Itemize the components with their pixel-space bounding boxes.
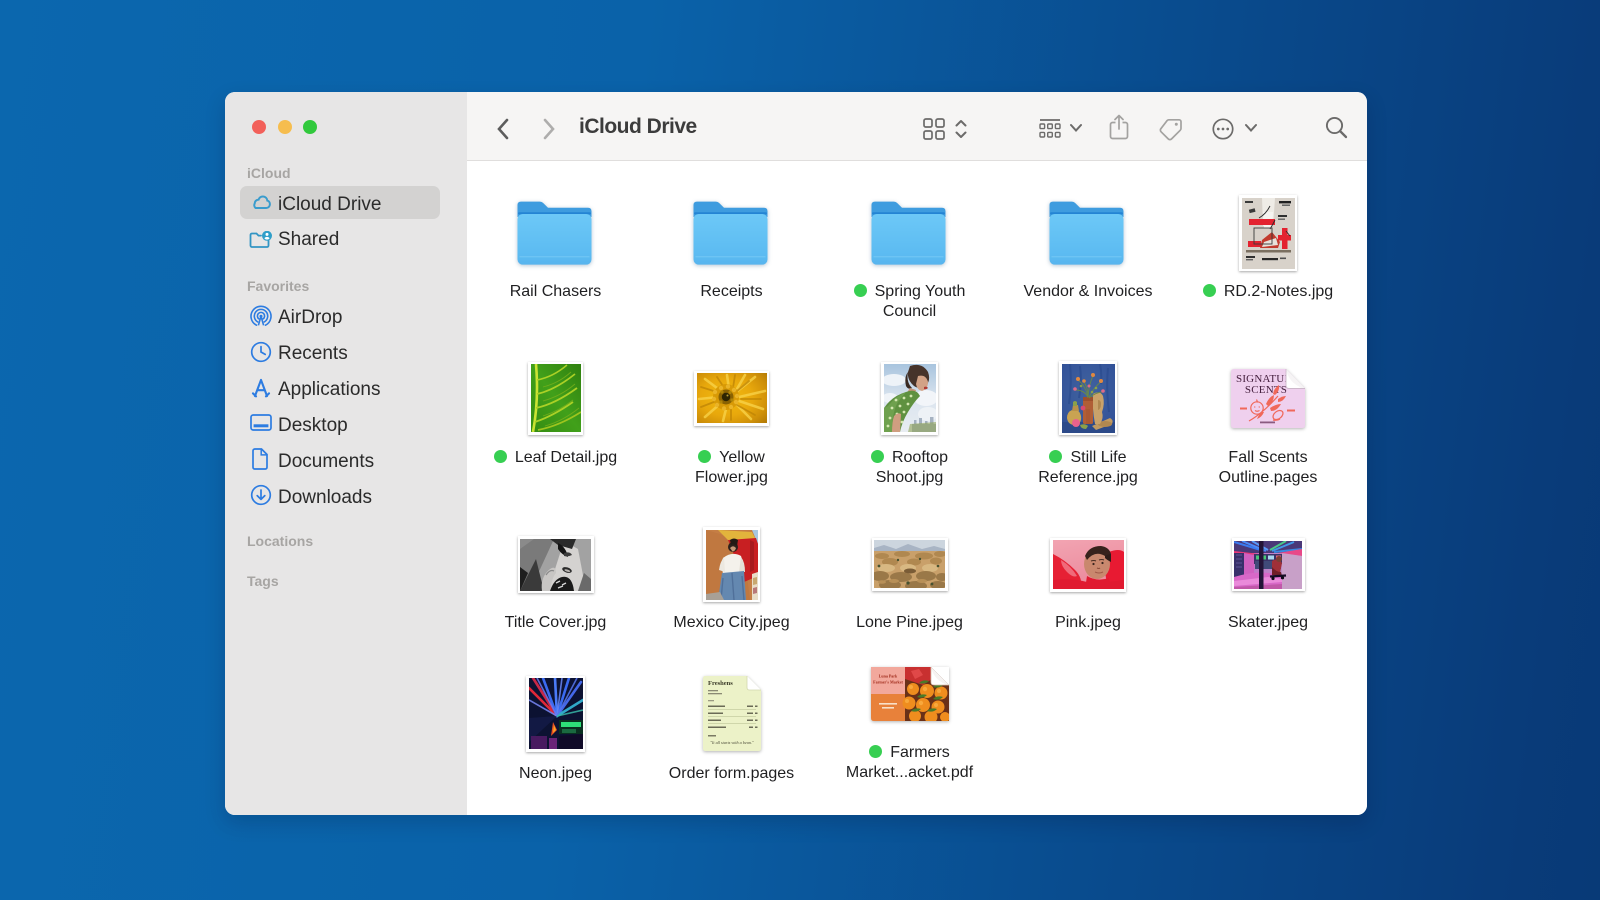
svg-text:Farmer's Market: Farmer's Market: [873, 680, 903, 685]
svg-text:Freshens: Freshens: [708, 680, 733, 687]
svg-text:"It all starts with a bean.": "It all starts with a bean.": [710, 740, 754, 745]
svg-text:SCENTS: SCENTS: [1245, 384, 1287, 396]
svg-text:Luna Park: Luna Park: [878, 674, 897, 679]
